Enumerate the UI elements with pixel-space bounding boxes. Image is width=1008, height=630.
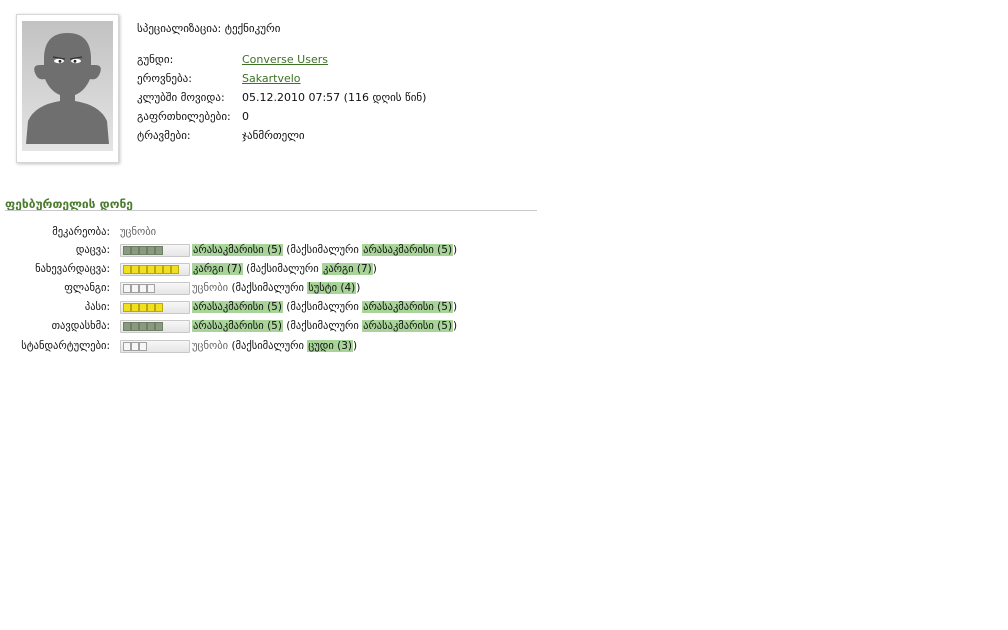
skill-max-prefix: (მაქსიმალური bbox=[246, 263, 322, 275]
skill-label: ნახევარდაცვა: bbox=[35, 263, 110, 275]
skill-current-value: კარგი (7) bbox=[192, 263, 243, 275]
skill-current-value: არასაკმარისი (5) bbox=[192, 320, 283, 332]
skill-level-segment bbox=[123, 342, 131, 351]
skill-level-segment bbox=[131, 342, 139, 351]
profile-field-label: ეროვნება: bbox=[137, 72, 192, 85]
skill-level-bar bbox=[120, 244, 190, 257]
skill-level-segment bbox=[139, 284, 147, 293]
skill-value-text: უცნობი (მაქსიმალური სუსტი (4)) bbox=[192, 282, 360, 294]
skill-current-value: არასაკმარისი (5) bbox=[192, 244, 283, 256]
skill-level-segment bbox=[147, 303, 155, 312]
skill-max-value: ცუდი (3) bbox=[307, 340, 353, 352]
skill-max-value: სუსტი (4) bbox=[307, 282, 357, 294]
skill-label: დაცვა: bbox=[75, 244, 110, 256]
skill-value-text: კარგი (7) (მაქსიმალური კარგი (7)) bbox=[192, 263, 377, 275]
skill-max-prefix: (მაქსიმალური bbox=[286, 301, 363, 313]
skill-row: ფლანგი: უცნობი (მაქსიმალური სუსტი (4)) bbox=[0, 280, 560, 298]
skill-level-segment bbox=[131, 265, 139, 274]
skill-value-text: უცნობი (მაქსიმალური ცუდი (3)) bbox=[192, 340, 357, 352]
profile-field-link[interactable]: Sakartvelo bbox=[242, 72, 301, 85]
avatar-silhouette-icon bbox=[22, 21, 113, 151]
skill-level-bar bbox=[120, 340, 190, 353]
skill-max-value: არასაკმარისი (5) bbox=[362, 244, 454, 256]
skill-max-value: არასაკმარისი (5) bbox=[362, 320, 454, 332]
skill-level-segment bbox=[163, 265, 171, 274]
skill-level-segment bbox=[155, 265, 163, 274]
skill-level-segment bbox=[131, 322, 139, 331]
skill-level-bar bbox=[120, 282, 190, 295]
specialization-text: სპეციალიზაცია: ტექნიკური bbox=[137, 22, 281, 35]
skill-max-value: არასაკმარისი (5) bbox=[362, 301, 454, 313]
skill-level-bar bbox=[120, 320, 190, 333]
skill-level-segment bbox=[131, 246, 139, 255]
skill-max-suffix: ) bbox=[352, 340, 358, 352]
skill-current-value: არასაკმარისი (5) bbox=[192, 301, 283, 313]
skill-level-segment bbox=[139, 265, 147, 274]
skill-level-segment bbox=[131, 284, 139, 293]
player-avatar bbox=[16, 14, 119, 163]
skill-level-segment bbox=[171, 265, 179, 274]
skill-label: ფლანგი: bbox=[64, 282, 110, 294]
skill-level-segment bbox=[123, 303, 131, 312]
skill-max-suffix: ) bbox=[453, 320, 458, 332]
skill-row: თავდასხმა: არასაკმარისი (5) (მაქსიმალური … bbox=[0, 318, 560, 336]
skill-level-segment bbox=[123, 265, 131, 274]
skill-label: სტანდარტულები: bbox=[21, 340, 110, 352]
skill-row: სტანდარტულები: უცნობი (მაქსიმალური ცუდი (… bbox=[0, 338, 560, 356]
skill-level-segment bbox=[123, 246, 131, 255]
skill-level-segment bbox=[155, 246, 163, 255]
skill-label: მეკარეობა: bbox=[52, 226, 110, 238]
skill-row: პასი: არასაკმარისი (5) (მაქსიმალური არასა… bbox=[0, 299, 560, 317]
profile-field-label: გუნდი: bbox=[137, 53, 174, 66]
skill-row: ნახევარდაცვა: კარგი (7) (მაქსიმალური კარგ… bbox=[0, 261, 560, 279]
skill-value-text: არასაკმარისი (5) (მაქსიმალური არასაკმარი… bbox=[192, 244, 457, 256]
profile-field-label: კლუბში მოვიდა: bbox=[137, 91, 225, 104]
skill-value-text: უცნობი bbox=[120, 226, 156, 238]
skill-level-segment bbox=[139, 246, 147, 255]
skill-value-text: არასაკმარისი (5) (მაქსიმალური არასაკმარი… bbox=[192, 301, 457, 313]
skill-level-bar bbox=[120, 263, 190, 276]
skill-level-segment bbox=[123, 322, 131, 331]
skill-max-prefix: (მაქსიმალური bbox=[286, 244, 363, 256]
skill-level-segment bbox=[139, 342, 147, 351]
skill-max-suffix: ) bbox=[453, 301, 458, 313]
skill-level-segment bbox=[147, 246, 155, 255]
section-divider bbox=[5, 210, 537, 211]
profile-field-label: გაფრთხილებები: bbox=[137, 110, 231, 123]
skill-max-value: კარგი (7) bbox=[321, 263, 373, 275]
skill-row: დაცვა: არასაკმარისი (5) (მაქსიმალური არას… bbox=[0, 242, 560, 260]
skill-level-segment bbox=[139, 322, 147, 331]
skill-current-value: უცნობი bbox=[192, 282, 229, 294]
skill-level-segment bbox=[131, 303, 139, 312]
skill-max-suffix: ) bbox=[372, 263, 377, 275]
skill-level-segment bbox=[147, 284, 155, 293]
skill-level-segment bbox=[123, 284, 131, 293]
skill-max-prefix: (მაქსიმალური bbox=[231, 340, 308, 352]
skill-level-segment bbox=[155, 303, 163, 312]
skill-current-value: უცნობი bbox=[120, 226, 157, 238]
profile-field-link[interactable]: Converse Users bbox=[242, 53, 328, 66]
skill-level-bar bbox=[120, 301, 190, 314]
skill-level-segment bbox=[147, 322, 155, 331]
profile-field-value: 0 bbox=[242, 110, 249, 123]
skill-level-segment bbox=[139, 303, 147, 312]
profile-field-label: ტრავმები: bbox=[137, 129, 191, 142]
skill-max-suffix: ) bbox=[356, 282, 361, 294]
profile-field-value: ჯანმრთელი bbox=[242, 129, 305, 142]
skill-max-prefix: (მაქსიმალური bbox=[286, 320, 363, 332]
skill-current-value: უცნობი bbox=[192, 340, 229, 352]
skill-max-suffix: ) bbox=[453, 244, 458, 256]
skill-label: პასი: bbox=[84, 301, 110, 313]
skill-max-prefix: (მაქსიმალური bbox=[231, 282, 308, 294]
skill-level-segment bbox=[147, 265, 155, 274]
section-title-skill-level: ფეხბურთელის დონე bbox=[5, 197, 133, 211]
skill-value-text: არასაკმარისი (5) (მაქსიმალური არასაკმარი… bbox=[192, 320, 457, 332]
profile-field-value: 05.12.2010 07:57 (116 დღის წინ) bbox=[242, 91, 427, 104]
skill-row: მეკარეობა: უცნობი bbox=[0, 224, 560, 242]
skill-label: თავდასხმა: bbox=[51, 320, 110, 332]
skill-level-segment bbox=[155, 322, 163, 331]
